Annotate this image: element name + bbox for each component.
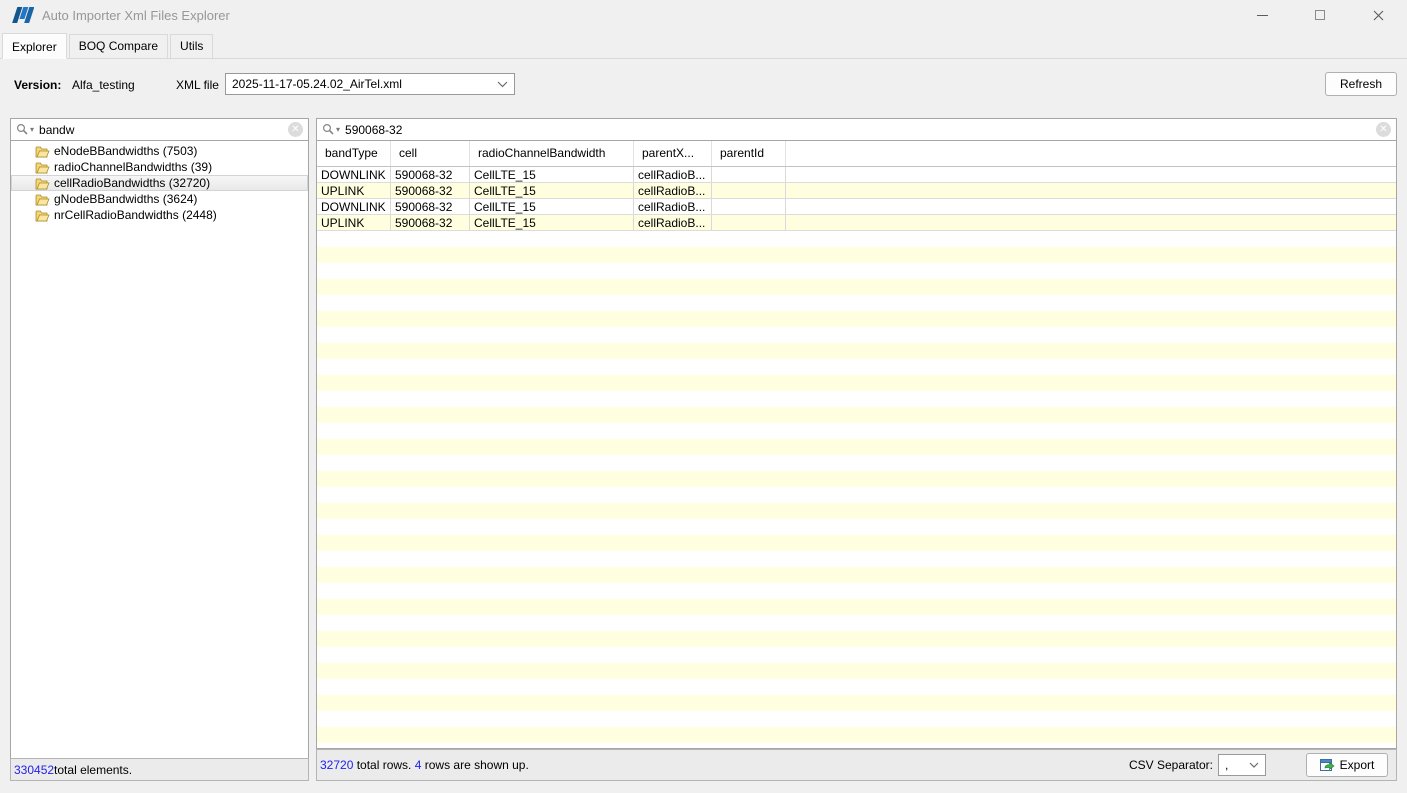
folder-icon bbox=[35, 161, 50, 174]
shown-rows-label: rows are shown up. bbox=[421, 758, 528, 772]
cell-parentx[interactable]: cellRadioB... bbox=[634, 167, 712, 183]
toolbar: Version: Alfa_testing XML file 2025-11-1… bbox=[0, 60, 1407, 108]
cell-bandtype[interactable]: DOWNLINK bbox=[317, 167, 391, 183]
table-search-box: ▾ ✕ bbox=[316, 118, 1397, 141]
csv-separator-value: , bbox=[1225, 758, 1228, 772]
column-header-radiochannelbandwidth[interactable]: radioChannelBandwidth bbox=[470, 141, 634, 166]
csv-separator-select[interactable]: , bbox=[1218, 754, 1266, 776]
export-button-label: Export bbox=[1340, 758, 1375, 772]
total-rows-label: total rows. bbox=[353, 758, 414, 772]
refresh-button-label: Refresh bbox=[1340, 77, 1382, 91]
search-icon[interactable]: ▾ bbox=[16, 123, 34, 136]
app-logo-icon bbox=[10, 5, 34, 25]
tree-item-label: nrCellRadioBandwidths (2448) bbox=[54, 208, 217, 222]
column-header-cell[interactable]: cell bbox=[391, 141, 470, 166]
cell-parentx[interactable]: cellRadioB... bbox=[634, 183, 712, 199]
tree-item[interactable]: nrCellRadioBandwidths (2448) bbox=[11, 207, 308, 223]
cell-radiochannelbandwidth[interactable]: CellLTE_15 bbox=[470, 215, 634, 231]
minimize-button[interactable] bbox=[1233, 0, 1291, 30]
tab-utils[interactable]: Utils bbox=[170, 34, 213, 58]
folder-icon bbox=[35, 209, 50, 222]
clear-search-icon[interactable]: ✕ bbox=[288, 122, 303, 137]
cell-filler bbox=[786, 167, 1396, 183]
search-icon[interactable]: ▾ bbox=[322, 123, 340, 136]
cell-cell[interactable]: 590068-32 bbox=[391, 215, 470, 231]
column-header-filler bbox=[786, 141, 1396, 166]
table-status-bar: 32720 total rows. 4 rows are shown up. C… bbox=[316, 749, 1397, 781]
cell-parentid[interactable] bbox=[712, 215, 786, 231]
total-elements-label: total elements. bbox=[54, 763, 132, 777]
table-row[interactable]: UPLINK 590068-32 CellLTE_15 cellRadioB..… bbox=[317, 183, 1396, 199]
cell-bandtype[interactable]: DOWNLINK bbox=[317, 199, 391, 215]
xml-file-select[interactable]: 2025-11-17-05.24.02_AirTel.xml bbox=[225, 73, 515, 95]
export-icon bbox=[1320, 758, 1335, 772]
tree-status-bar: 330452 total elements. bbox=[10, 758, 309, 781]
tree-search-input[interactable] bbox=[39, 120, 288, 139]
cell-cell[interactable]: 590068-32 bbox=[391, 199, 470, 215]
close-button[interactable] bbox=[1349, 0, 1407, 30]
total-elements-count: 330452 bbox=[14, 763, 54, 777]
table-row[interactable]: DOWNLINK 590068-32 CellLTE_15 cellRadioB… bbox=[317, 199, 1396, 215]
tree-item[interactable]: gNodeBBandwidths (3624) bbox=[11, 191, 308, 207]
cell-filler bbox=[786, 183, 1396, 199]
folder-icon bbox=[35, 177, 50, 190]
export-button[interactable]: Export bbox=[1306, 753, 1388, 777]
title-bar: Auto Importer Xml Files Explorer bbox=[0, 0, 1407, 30]
cell-parentx[interactable]: cellRadioB... bbox=[634, 199, 712, 215]
close-icon bbox=[1373, 10, 1384, 21]
clear-search-icon[interactable]: ✕ bbox=[1376, 122, 1391, 137]
cell-parentid[interactable] bbox=[712, 167, 786, 183]
xml-file-selected-value: 2025-11-17-05.24.02_AirTel.xml bbox=[232, 77, 402, 91]
tab-boq-compare[interactable]: BOQ Compare bbox=[69, 34, 168, 58]
cell-radiochannelbandwidth[interactable]: CellLTE_15 bbox=[470, 167, 634, 183]
cell-bandtype[interactable]: UPLINK bbox=[317, 215, 391, 231]
folder-icon bbox=[35, 145, 50, 158]
column-header-bandtype[interactable]: bandType bbox=[317, 141, 391, 166]
folder-icon bbox=[35, 193, 50, 206]
cell-radiochannelbandwidth[interactable]: CellLTE_15 bbox=[470, 183, 634, 199]
cell-cell[interactable]: 590068-32 bbox=[391, 183, 470, 199]
xml-file-label: XML file bbox=[176, 78, 219, 92]
refresh-button[interactable]: Refresh bbox=[1325, 72, 1397, 96]
chevron-down-icon bbox=[497, 81, 508, 88]
tree-search-box: ▾ ✕ bbox=[10, 118, 309, 141]
tree-item[interactable]: radioChannelBandwidths (39) bbox=[11, 159, 308, 175]
tree-item[interactable]: eNodeBBandwidths (7503) bbox=[11, 143, 308, 159]
window-title: Auto Importer Xml Files Explorer bbox=[42, 8, 230, 23]
column-header-parentx[interactable]: parentX... bbox=[634, 141, 712, 166]
cell-parentx[interactable]: cellRadioB... bbox=[634, 215, 712, 231]
cell-filler bbox=[786, 215, 1396, 231]
column-header-parentid[interactable]: parentId bbox=[712, 141, 786, 166]
cell-cell[interactable]: 590068-32 bbox=[391, 167, 470, 183]
results-table: bandType cell radioChannelBandwidth pare… bbox=[316, 140, 1397, 749]
tree-item-label: radioChannelBandwidths (39) bbox=[54, 160, 212, 174]
tab-bar: Explorer BOQ Compare Utils bbox=[0, 33, 1407, 59]
table-search-input[interactable] bbox=[345, 120, 1376, 139]
total-rows-count: 32720 bbox=[320, 758, 353, 772]
table-row[interactable]: DOWNLINK 590068-32 CellLTE_15 cellRadioB… bbox=[317, 167, 1396, 183]
table-header: bandType cell radioChannelBandwidth pare… bbox=[317, 141, 1396, 167]
csv-separator-label: CSV Separator: bbox=[1129, 758, 1213, 772]
table-row[interactable]: UPLINK 590068-32 CellLTE_15 cellRadioB..… bbox=[317, 215, 1396, 231]
cell-radiochannelbandwidth[interactable]: CellLTE_15 bbox=[470, 199, 634, 215]
version-value: Alfa_testing bbox=[72, 78, 135, 92]
tree-item-selected[interactable]: cellRadioBandwidths (32720) bbox=[11, 175, 308, 191]
tree-item-label: gNodeBBandwidths (3624) bbox=[54, 192, 197, 206]
cell-bandtype[interactable]: UPLINK bbox=[317, 183, 391, 199]
tree-item-label: eNodeBBandwidths (7503) bbox=[54, 144, 197, 158]
version-label: Version: bbox=[14, 78, 61, 92]
element-tree: eNodeBBandwidths (7503) radioChannelBand… bbox=[10, 140, 309, 759]
tree-item-label: cellRadioBandwidths (32720) bbox=[54, 176, 210, 190]
tab-explorer[interactable]: Explorer bbox=[2, 33, 67, 59]
cell-parentid[interactable] bbox=[712, 183, 786, 199]
chevron-down-icon bbox=[1249, 762, 1259, 768]
window-controls bbox=[1233, 0, 1407, 30]
cell-filler bbox=[786, 199, 1396, 215]
maximize-button[interactable] bbox=[1291, 0, 1349, 30]
cell-parentid[interactable] bbox=[712, 199, 786, 215]
